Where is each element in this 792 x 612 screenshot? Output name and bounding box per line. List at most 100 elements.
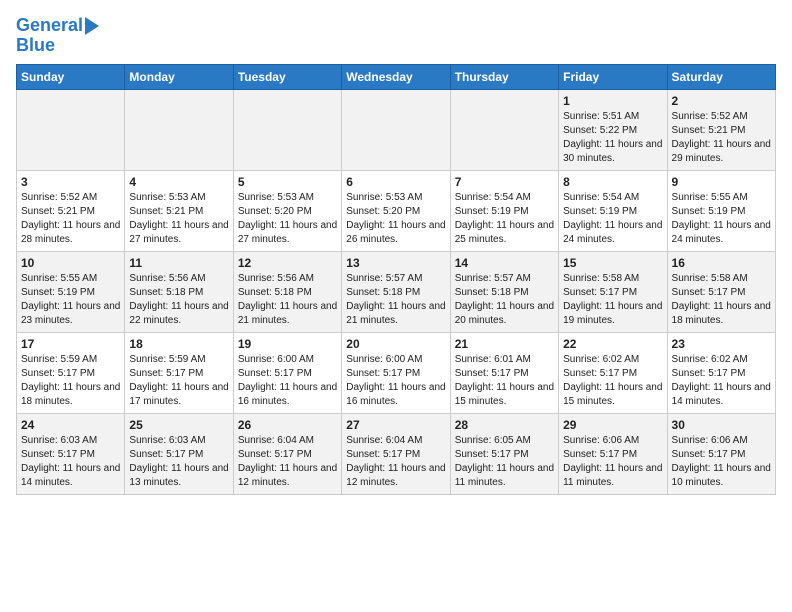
- day-number: 8: [563, 175, 662, 189]
- daylight-text: Daylight: 11 hours and 25 minutes.: [455, 220, 554, 245]
- day-info: Sunrise: 6:00 AM Sunset: 5:17 PM Dayligh…: [238, 353, 337, 409]
- day-number: 21: [455, 337, 554, 351]
- daylight-text: Daylight: 11 hours and 19 minutes.: [563, 301, 662, 326]
- day-info: Sunrise: 6:06 AM Sunset: 5:17 PM Dayligh…: [563, 434, 662, 490]
- logo: General Blue: [16, 16, 99, 56]
- daylight-text: Daylight: 11 hours and 18 minutes.: [672, 301, 771, 326]
- sunset-text: Sunset: 5:17 PM: [672, 449, 746, 460]
- sunset-text: Sunset: 5:18 PM: [129, 287, 203, 298]
- calendar-week-row: 17 Sunrise: 5:59 AM Sunset: 5:17 PM Dayl…: [17, 332, 776, 413]
- calendar-day-cell: [342, 89, 450, 170]
- sunset-text: Sunset: 5:17 PM: [238, 368, 312, 379]
- day-info: Sunrise: 5:52 AM Sunset: 5:21 PM Dayligh…: [21, 191, 120, 247]
- day-number: 15: [563, 256, 662, 270]
- calendar-day-cell: 21 Sunrise: 6:01 AM Sunset: 5:17 PM Dayl…: [450, 332, 558, 413]
- day-number: 25: [129, 418, 228, 432]
- sunrise-text: Sunrise: 6:00 AM: [346, 354, 422, 365]
- daylight-text: Daylight: 11 hours and 24 minutes.: [672, 220, 771, 245]
- daylight-text: Daylight: 11 hours and 11 minutes.: [563, 463, 662, 488]
- sunrise-text: Sunrise: 6:04 AM: [238, 435, 314, 446]
- calendar-day-cell: 30 Sunrise: 6:06 AM Sunset: 5:17 PM Dayl…: [667, 413, 775, 494]
- sunset-text: Sunset: 5:21 PM: [21, 206, 95, 217]
- sunrise-text: Sunrise: 6:03 AM: [21, 435, 97, 446]
- day-number: 27: [346, 418, 445, 432]
- day-info: Sunrise: 5:51 AM Sunset: 5:22 PM Dayligh…: [563, 110, 662, 166]
- logo-text-blue: Blue: [16, 36, 55, 56]
- sunrise-text: Sunrise: 6:02 AM: [563, 354, 639, 365]
- calendar-table: SundayMondayTuesdayWednesdayThursdayFrid…: [16, 64, 776, 495]
- day-number: 23: [672, 337, 771, 351]
- day-number: 29: [563, 418, 662, 432]
- day-info: Sunrise: 6:00 AM Sunset: 5:17 PM Dayligh…: [346, 353, 445, 409]
- weekday-header-thursday: Thursday: [450, 64, 558, 89]
- calendar-day-cell: [233, 89, 341, 170]
- sunrise-text: Sunrise: 5:57 AM: [455, 273, 531, 284]
- calendar-day-cell: 9 Sunrise: 5:55 AM Sunset: 5:19 PM Dayli…: [667, 170, 775, 251]
- sunset-text: Sunset: 5:17 PM: [346, 368, 420, 379]
- sunrise-text: Sunrise: 5:52 AM: [21, 192, 97, 203]
- calendar-day-cell: 20 Sunrise: 6:00 AM Sunset: 5:17 PM Dayl…: [342, 332, 450, 413]
- weekday-header-monday: Monday: [125, 64, 233, 89]
- sunset-text: Sunset: 5:22 PM: [563, 125, 637, 136]
- weekday-header-saturday: Saturday: [667, 64, 775, 89]
- sunset-text: Sunset: 5:17 PM: [563, 368, 637, 379]
- calendar-day-cell: 7 Sunrise: 5:54 AM Sunset: 5:19 PM Dayli…: [450, 170, 558, 251]
- day-number: 12: [238, 256, 337, 270]
- day-number: 9: [672, 175, 771, 189]
- day-number: 19: [238, 337, 337, 351]
- sunset-text: Sunset: 5:17 PM: [455, 368, 529, 379]
- calendar-day-cell: 13 Sunrise: 5:57 AM Sunset: 5:18 PM Dayl…: [342, 251, 450, 332]
- day-info: Sunrise: 5:55 AM Sunset: 5:19 PM Dayligh…: [21, 272, 120, 328]
- day-info: Sunrise: 5:54 AM Sunset: 5:19 PM Dayligh…: [563, 191, 662, 247]
- day-info: Sunrise: 5:56 AM Sunset: 5:18 PM Dayligh…: [129, 272, 228, 328]
- calendar-day-cell: 27 Sunrise: 6:04 AM Sunset: 5:17 PM Dayl…: [342, 413, 450, 494]
- sunrise-text: Sunrise: 5:58 AM: [563, 273, 639, 284]
- daylight-text: Daylight: 11 hours and 15 minutes.: [455, 382, 554, 407]
- calendar-day-cell: 18 Sunrise: 5:59 AM Sunset: 5:17 PM Dayl…: [125, 332, 233, 413]
- day-info: Sunrise: 5:54 AM Sunset: 5:19 PM Dayligh…: [455, 191, 554, 247]
- day-number: 26: [238, 418, 337, 432]
- calendar-day-cell: 24 Sunrise: 6:03 AM Sunset: 5:17 PM Dayl…: [17, 413, 125, 494]
- sunset-text: Sunset: 5:21 PM: [129, 206, 203, 217]
- calendar-day-cell: 8 Sunrise: 5:54 AM Sunset: 5:19 PM Dayli…: [559, 170, 667, 251]
- day-info: Sunrise: 6:01 AM Sunset: 5:17 PM Dayligh…: [455, 353, 554, 409]
- day-number: 16: [672, 256, 771, 270]
- daylight-text: Daylight: 11 hours and 23 minutes.: [21, 301, 120, 326]
- daylight-text: Daylight: 11 hours and 28 minutes.: [21, 220, 120, 245]
- day-info: Sunrise: 5:58 AM Sunset: 5:17 PM Dayligh…: [672, 272, 771, 328]
- day-number: 11: [129, 256, 228, 270]
- calendar-day-cell: 26 Sunrise: 6:04 AM Sunset: 5:17 PM Dayl…: [233, 413, 341, 494]
- daylight-text: Daylight: 11 hours and 29 minutes.: [672, 139, 771, 164]
- calendar-day-cell: 1 Sunrise: 5:51 AM Sunset: 5:22 PM Dayli…: [559, 89, 667, 170]
- daylight-text: Daylight: 11 hours and 13 minutes.: [129, 463, 228, 488]
- calendar-day-cell: 11 Sunrise: 5:56 AM Sunset: 5:18 PM Dayl…: [125, 251, 233, 332]
- daylight-text: Daylight: 11 hours and 22 minutes.: [129, 301, 228, 326]
- sunrise-text: Sunrise: 5:53 AM: [346, 192, 422, 203]
- sunset-text: Sunset: 5:17 PM: [21, 368, 95, 379]
- weekday-header-sunday: Sunday: [17, 64, 125, 89]
- sunset-text: Sunset: 5:18 PM: [238, 287, 312, 298]
- sunset-text: Sunset: 5:18 PM: [346, 287, 420, 298]
- daylight-text: Daylight: 11 hours and 12 minutes.: [346, 463, 445, 488]
- calendar-week-row: 3 Sunrise: 5:52 AM Sunset: 5:21 PM Dayli…: [17, 170, 776, 251]
- day-number: 24: [21, 418, 120, 432]
- daylight-text: Daylight: 11 hours and 27 minutes.: [129, 220, 228, 245]
- calendar-day-cell: 23 Sunrise: 6:02 AM Sunset: 5:17 PM Dayl…: [667, 332, 775, 413]
- sunrise-text: Sunrise: 6:00 AM: [238, 354, 314, 365]
- daylight-text: Daylight: 11 hours and 20 minutes.: [455, 301, 554, 326]
- sunset-text: Sunset: 5:19 PM: [21, 287, 95, 298]
- day-info: Sunrise: 6:03 AM Sunset: 5:17 PM Dayligh…: [129, 434, 228, 490]
- sunset-text: Sunset: 5:21 PM: [672, 125, 746, 136]
- daylight-text: Daylight: 11 hours and 12 minutes.: [238, 463, 337, 488]
- weekday-header-friday: Friday: [559, 64, 667, 89]
- calendar-day-cell: 6 Sunrise: 5:53 AM Sunset: 5:20 PM Dayli…: [342, 170, 450, 251]
- day-info: Sunrise: 5:53 AM Sunset: 5:21 PM Dayligh…: [129, 191, 228, 247]
- day-number: 4: [129, 175, 228, 189]
- sunrise-text: Sunrise: 6:04 AM: [346, 435, 422, 446]
- sunrise-text: Sunrise: 5:59 AM: [129, 354, 205, 365]
- daylight-text: Daylight: 11 hours and 11 minutes.: [455, 463, 554, 488]
- calendar-week-row: 1 Sunrise: 5:51 AM Sunset: 5:22 PM Dayli…: [17, 89, 776, 170]
- day-info: Sunrise: 6:05 AM Sunset: 5:17 PM Dayligh…: [455, 434, 554, 490]
- sunset-text: Sunset: 5:17 PM: [129, 368, 203, 379]
- day-info: Sunrise: 5:55 AM Sunset: 5:19 PM Dayligh…: [672, 191, 771, 247]
